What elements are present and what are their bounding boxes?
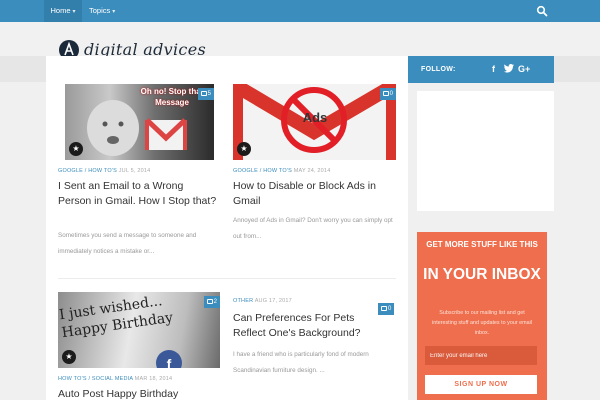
- star-icon[interactable]: ★: [69, 142, 83, 156]
- category-link[interactable]: OTHER: [233, 298, 253, 304]
- post-thumbnail[interactable]: I just wished... Happy Birthday f 2 ★: [58, 292, 220, 368]
- top-navbar: Home ▾ Topics ▾: [0, 0, 600, 22]
- nav-home[interactable]: Home ▾: [44, 0, 82, 22]
- post-date: JUL 5, 2014: [118, 168, 151, 174]
- thumbnail-caption: I just wished... Happy Birthday: [58, 293, 175, 342]
- promo-description: Subscribe to our mailing list and get in…: [432, 310, 532, 336]
- post-card: Ads 0 ★ GOOGLE / HOW TO'S MAY 24, 2014 H…: [227, 56, 408, 278]
- post-card: OTHER AUG 17, 2017 0 Can Preferences For…: [227, 278, 408, 400]
- comment-count: 0: [388, 306, 392, 312]
- comment-count: 0: [389, 91, 393, 97]
- follow-label: FOLLOW:: [421, 66, 456, 73]
- post-title[interactable]: Can Preferences For Pets Reflect One's B…: [233, 311, 383, 341]
- newsletter-widget: GET MORE STUFF LIKE THIS IN YOUR INBOX S…: [417, 232, 547, 400]
- ad-placeholder: [417, 91, 554, 211]
- comment-icon: [206, 299, 213, 304]
- category-link[interactable]: GOOGLE: [58, 168, 83, 174]
- post-meta: OTHER AUG 17, 2017: [233, 298, 292, 304]
- email-field[interactable]: [425, 346, 537, 365]
- chevron-down-icon: ▾: [112, 9, 116, 15]
- promo-heading: GET MORE STUFF LIKE THIS: [426, 240, 538, 249]
- post-title[interactable]: Auto Post Happy Birthday: [58, 387, 218, 400]
- post-thumbnail[interactable]: Oh no! Stop that Message 5 ★: [65, 84, 214, 160]
- follow-bar: FOLLOW: f G+: [408, 56, 554, 83]
- comment-count-badge[interactable]: 5: [197, 88, 214, 100]
- post-excerpt: Annoyed of Ads in Gmail? Don't worry you…: [233, 217, 393, 240]
- post-grid: Oh no! Stop that Message 5 ★ GOOGLE / HO…: [46, 56, 408, 400]
- star-icon[interactable]: ★: [237, 142, 251, 156]
- post-excerpt: Sometimes you send a message to someone …: [58, 232, 197, 255]
- nav-topics[interactable]: Topics ▾: [89, 0, 115, 22]
- chevron-down-icon: ▾: [72, 9, 76, 15]
- comment-count: 5: [207, 91, 211, 97]
- facebook-icon: f: [156, 350, 182, 368]
- nav-topics-label: Topics: [89, 6, 111, 15]
- nav-home-label: Home: [50, 6, 71, 15]
- category-link[interactable]: GOOGLE: [233, 168, 258, 174]
- post-card: Oh no! Stop that Message 5 ★ GOOGLE / HO…: [46, 56, 227, 278]
- post-card: I just wished... Happy Birthday f 2 ★ HO…: [46, 278, 227, 400]
- post-meta: HOW TO'S / SOCIAL MEDIA MAR 18, 2014: [58, 376, 173, 382]
- thumbnail-caption: Ads: [302, 110, 328, 125]
- category-link[interactable]: HOW TO'S: [88, 168, 117, 174]
- category-link[interactable]: SOCIAL MEDIA: [92, 376, 133, 382]
- post-title[interactable]: I Sent an Email to a Wrong Person in Gma…: [58, 179, 218, 209]
- facebook-icon[interactable]: f: [492, 56, 495, 83]
- post-date: MAY 24, 2014: [293, 168, 331, 174]
- search-icon[interactable]: [536, 5, 548, 17]
- comment-count: 2: [213, 299, 217, 305]
- promo-headline: IN YOUR INBOX: [423, 266, 541, 283]
- star-icon[interactable]: ★: [62, 350, 76, 364]
- category-link[interactable]: HOW TO'S: [58, 376, 87, 382]
- signup-button[interactable]: SIGN UP NOW: [425, 375, 537, 394]
- comment-icon: [382, 91, 389, 96]
- post-date: MAR 18, 2014: [134, 376, 173, 382]
- comment-count-badge[interactable]: 2: [203, 296, 220, 308]
- comment-count-badge[interactable]: 0: [379, 88, 396, 100]
- post-meta: GOOGLE / HOW TO'S JUL 5, 2014: [58, 168, 151, 174]
- category-link[interactable]: HOW TO'S: [263, 168, 292, 174]
- post-title[interactable]: How to Disable or Block Ads in Gmail: [233, 179, 399, 209]
- post-date: AUG 17, 2017: [254, 298, 292, 304]
- post-meta: GOOGLE / HOW TO'S MAY 24, 2014: [233, 168, 331, 174]
- post-excerpt: I have a friend who is particularly fond…: [233, 351, 369, 374]
- google-plus-icon[interactable]: G+: [518, 56, 530, 83]
- comment-icon: [200, 91, 207, 96]
- post-thumbnail[interactable]: Ads 0 ★: [233, 84, 396, 160]
- twitter-icon[interactable]: [504, 56, 514, 83]
